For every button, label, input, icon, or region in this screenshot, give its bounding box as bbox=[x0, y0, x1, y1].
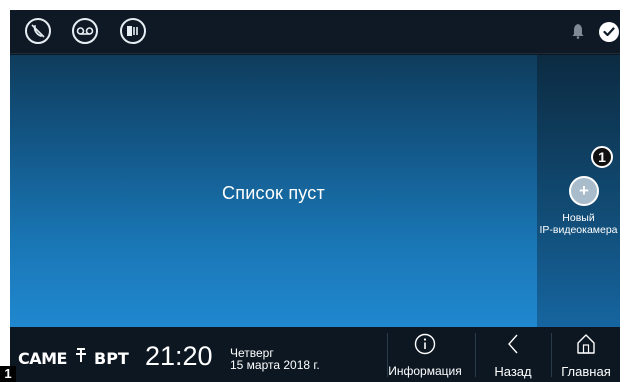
home-label: Главная bbox=[561, 364, 611, 379]
add-camera-label[interactable]: Новый IP-видеокамера bbox=[537, 212, 620, 236]
add-camera-label-line2: IP-видеокамера bbox=[539, 224, 618, 236]
side-action-panel: + Новый IP-видеокамера bbox=[537, 55, 620, 327]
bpt-logo: BPT bbox=[94, 349, 129, 368]
info-icon bbox=[388, 333, 462, 355]
voicemail-icon[interactable] bbox=[72, 18, 98, 44]
info-label: Информация bbox=[388, 364, 462, 378]
add-camera-label-line1: Новый bbox=[562, 212, 595, 224]
callout-marker: 1 bbox=[591, 146, 613, 168]
mute-call-icon[interactable] bbox=[25, 18, 51, 44]
chevron-left-icon bbox=[476, 333, 550, 355]
back-button[interactable]: Назад bbox=[476, 327, 550, 382]
top-status-bar bbox=[10, 10, 620, 54]
add-camera-button[interactable]: + bbox=[569, 176, 599, 206]
device-screen: Список пуст + Новый IP-видеокамера 1 CAM… bbox=[10, 10, 620, 382]
date-label: 15 марта 2018 г. bbox=[230, 358, 320, 372]
brand-separator-icon bbox=[74, 347, 88, 368]
empty-list-message: Список пуст bbox=[222, 183, 325, 203]
bell-icon[interactable] bbox=[572, 23, 584, 44]
bottom-bar: CAME BPT 21:20 Четверг 15 марта 2018 г. … bbox=[10, 327, 620, 382]
came-logo: CAME bbox=[18, 349, 67, 368]
check-icon[interactable] bbox=[599, 22, 619, 42]
door-sensor-icon[interactable] bbox=[120, 18, 146, 44]
plus-icon: + bbox=[579, 181, 589, 200]
home-icon bbox=[552, 333, 620, 355]
back-label: Назад bbox=[494, 364, 532, 379]
page-number: 1 bbox=[0, 366, 16, 382]
clock-time: 21:20 bbox=[145, 341, 213, 371]
info-button[interactable]: Информация bbox=[388, 327, 462, 382]
camera-list-panel: Список пуст bbox=[10, 55, 537, 327]
home-button[interactable]: Главная bbox=[552, 327, 620, 382]
